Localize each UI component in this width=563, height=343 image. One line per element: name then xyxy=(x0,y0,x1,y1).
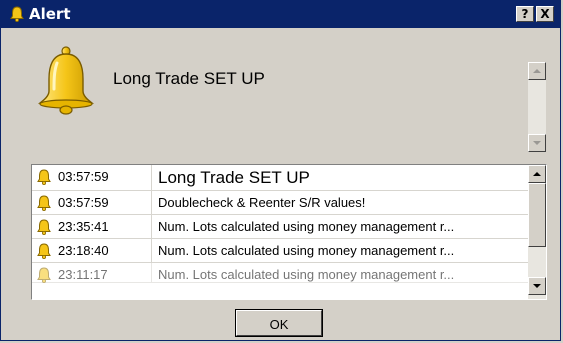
help-button[interactable]: ? xyxy=(516,6,534,22)
log-row[interactable]: 23:11:17 Num. Lots calculated using mone… xyxy=(32,263,528,283)
alert-message: Long Trade SET UP xyxy=(113,69,265,88)
scroll-down-button[interactable] xyxy=(528,134,546,152)
scroll-up-button[interactable] xyxy=(528,165,546,183)
time-cell: 23:35:41 xyxy=(32,215,152,238)
scroll-thumb[interactable] xyxy=(528,183,546,247)
log-time: 23:11:17 xyxy=(58,267,108,282)
alert-window: Alert ? X Long Trade SET UP 03:57:59 Lon… xyxy=(0,0,561,341)
log-scrollbar[interactable] xyxy=(528,165,546,299)
bell-icon xyxy=(37,267,51,283)
bell-icon xyxy=(37,169,51,185)
log-row[interactable]: 03:57:59 Long Trade SET UP xyxy=(32,165,528,191)
ok-button-face: OK xyxy=(236,310,322,336)
log-time: 03:57:59 xyxy=(58,195,109,210)
bell-icon xyxy=(10,6,24,22)
log-message: Num. Lots calculated using money managem… xyxy=(158,267,455,282)
log-time: 23:35:41 xyxy=(58,219,109,234)
bell-icon xyxy=(37,219,51,235)
arrow-down-icon xyxy=(533,141,541,145)
log-message: Long Trade SET UP xyxy=(158,168,310,187)
message-scrollbar[interactable] xyxy=(528,62,546,152)
log-message: Num. Lots calculated using money managem… xyxy=(158,219,455,234)
ok-button-label: OK xyxy=(269,317,289,332)
log-message: Doublecheck & Reenter S/R values! xyxy=(158,195,366,210)
arrow-up-icon xyxy=(533,172,541,176)
arrow-down-icon xyxy=(533,284,541,288)
time-cell: 03:57:59 xyxy=(32,191,152,214)
log-time: 23:18:40 xyxy=(58,243,109,258)
scroll-down-button[interactable] xyxy=(528,277,546,295)
bell-icon xyxy=(37,195,51,211)
scroll-up-button[interactable] xyxy=(528,62,546,80)
time-cell: 23:18:40 xyxy=(32,239,152,262)
log-time: 03:57:59 xyxy=(58,169,109,184)
bell-icon xyxy=(37,243,51,259)
alert-bell-icon xyxy=(37,46,95,115)
log-row[interactable]: 03:57:59 Doublecheck & Reenter S/R value… xyxy=(32,191,528,215)
arrow-up-icon xyxy=(533,69,541,73)
close-button[interactable]: X xyxy=(536,6,554,22)
window-title: Alert xyxy=(29,5,71,23)
time-cell: 03:57:59 xyxy=(32,165,152,190)
title-bar[interactable]: Alert ? X xyxy=(1,1,560,28)
log-row[interactable]: 23:18:40 Num. Lots calculated using mone… xyxy=(32,239,528,263)
log-row[interactable]: 23:35:41 Num. Lots calculated using mone… xyxy=(32,215,528,239)
log-message: Num. Lots calculated using money managem… xyxy=(158,243,455,258)
time-cell: 23:11:17 xyxy=(32,263,152,283)
ok-button[interactable]: OK xyxy=(235,309,323,337)
alert-log-list[interactable]: 03:57:59 Long Trade SET UP 03:57:59 Doub… xyxy=(31,164,547,300)
